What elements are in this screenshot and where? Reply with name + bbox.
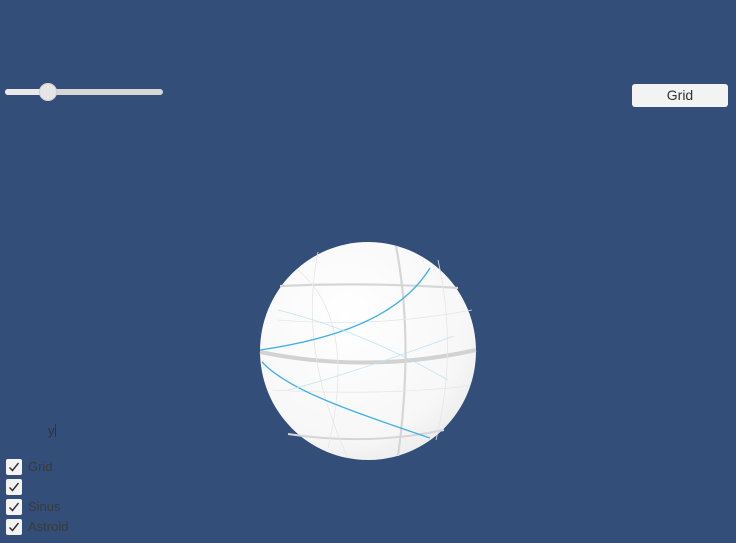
grid-button[interactable]: Grid	[632, 84, 728, 107]
toggle-label: Astroid	[28, 519, 69, 534]
sphere-body	[260, 242, 476, 460]
toggle-label: Grid	[28, 459, 53, 474]
slider-thumb[interactable]	[38, 83, 57, 101]
toggle-label: Sinus	[28, 499, 61, 514]
checkmark-icon	[8, 502, 20, 512]
checkbox[interactable]	[6, 519, 22, 535]
slider-fill	[5, 89, 43, 95]
checkmark-icon	[8, 522, 20, 532]
sphere-viewport[interactable]	[258, 240, 478, 462]
text-caret	[54, 424, 56, 437]
text-input[interactable]: y	[48, 422, 88, 440]
checkmark-icon	[8, 482, 20, 492]
checkmark-icon	[8, 462, 20, 472]
checkbox[interactable]	[6, 459, 22, 475]
checkbox[interactable]	[6, 479, 22, 495]
checkbox[interactable]	[6, 499, 22, 515]
value-slider[interactable]	[5, 82, 163, 102]
